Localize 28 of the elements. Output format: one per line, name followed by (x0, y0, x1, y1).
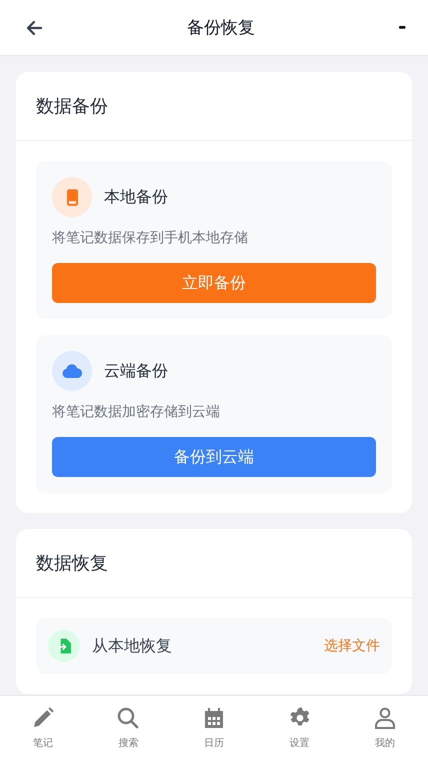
nav-tab[interactable]: 日历 (171, 696, 257, 760)
more-button[interactable]: ••• (398, 22, 404, 34)
nav-label: 设置 (290, 736, 310, 750)
nav-tab[interactable]: 搜索 (86, 696, 172, 760)
section-title: 数据备份 (36, 95, 108, 118)
search-icon (116, 706, 140, 730)
restore-title: 从本地恢复 (92, 636, 173, 656)
backup-button[interactable]: 备份到云端 (52, 437, 376, 477)
nav-tab[interactable]: 笔记 (0, 696, 86, 760)
nav-label: 我的 (375, 736, 396, 750)
nav-label: 搜索 (118, 736, 138, 750)
backup-button[interactable]: 立即备份 (52, 263, 376, 303)
nav-tab[interactable]: 我的 (342, 696, 428, 760)
file-import-icon (58, 638, 70, 654)
option-title: 本地备份 (104, 186, 168, 208)
user-icon (373, 706, 398, 730)
choose-file-link[interactable]: 选择文件 (324, 637, 380, 655)
option-title: 云端备份 (104, 360, 168, 382)
option-description: 将笔记数据加密存储到云端 (52, 403, 221, 421)
nav-label: 日历 (204, 737, 224, 750)
phone-icon (66, 188, 78, 206)
option-description: 将笔记数据保存到手机本地存储 (52, 229, 249, 247)
section-title: 数据恢复 (36, 552, 108, 575)
cloud-icon (62, 364, 82, 378)
page-title: 备份恢复 (187, 17, 256, 39)
nav-label: 笔记 (32, 737, 53, 750)
nav-tab[interactable]: 设置 (256, 696, 342, 760)
restore-row[interactable]: 从本地恢复 选择文件 (36, 618, 392, 674)
